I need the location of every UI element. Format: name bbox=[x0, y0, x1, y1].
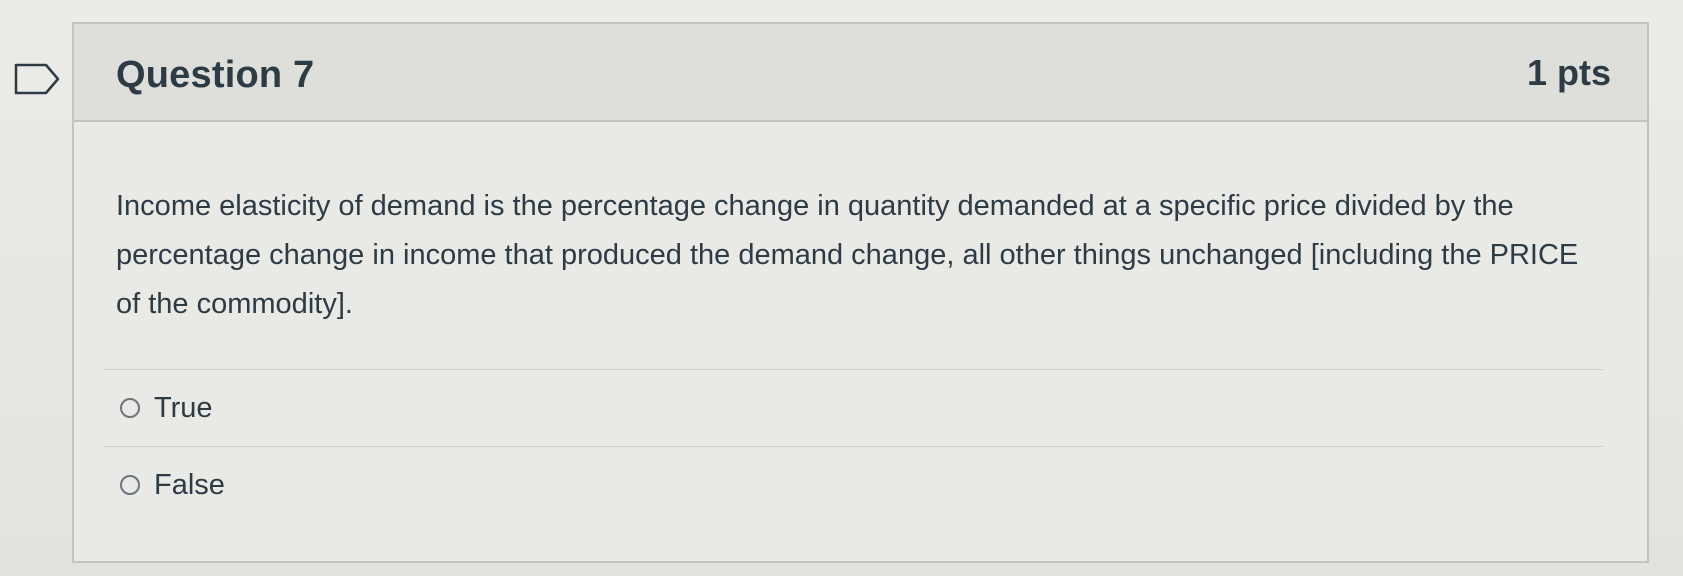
answer-list: True False bbox=[104, 369, 1604, 523]
question-points: 1 pts bbox=[1526, 52, 1611, 93]
question-header: Question 7 1 pts bbox=[74, 24, 1647, 122]
question-text: Income elasticity of demand is the perce… bbox=[116, 190, 1579, 320]
answer-label-true: True bbox=[154, 391, 213, 424]
answer-option-false[interactable]: False bbox=[104, 447, 1604, 523]
answer-label-false: False bbox=[154, 468, 225, 501]
quiz-page: Question 7 1 pts Income elasticity of de… bbox=[0, 0, 1683, 576]
answer-option-true[interactable]: True bbox=[104, 370, 1604, 446]
question-title: Question 7 bbox=[116, 54, 315, 96]
radio-button-false[interactable] bbox=[120, 475, 140, 495]
radio-button-true[interactable] bbox=[120, 398, 140, 418]
question-card: Question 7 1 pts Income elasticity of de… bbox=[72, 22, 1649, 563]
flag-question-icon[interactable] bbox=[14, 63, 60, 95]
